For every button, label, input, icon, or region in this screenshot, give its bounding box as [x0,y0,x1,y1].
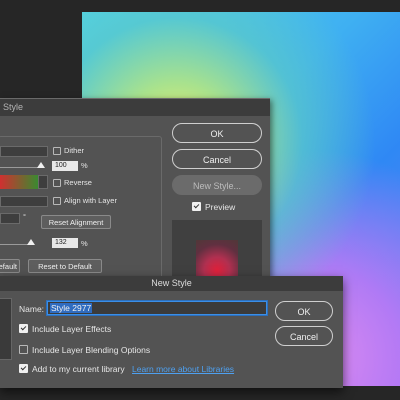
gradient-dropdown-arrow[interactable] [38,175,48,189]
include-layer-effects-label: Include Layer Effects [32,324,112,334]
style-dropdown[interactable] [0,196,48,207]
make-default-button[interactable]: efault [0,259,20,273]
add-to-library-checkbox[interactable] [19,364,28,373]
opacity-input[interactable]: 100 [52,161,78,171]
dither-checkbox[interactable] [53,147,61,155]
include-blending-options-checkbox[interactable] [19,345,28,354]
ok-button[interactable]: OK [172,123,262,143]
new-style-button[interactable]: New Style... [172,175,262,195]
cancel-button[interactable]: Cancel [172,149,262,169]
reverse-checkbox[interactable] [53,179,61,187]
reverse-label: Reverse [64,178,92,187]
opacity-slider-thumb[interactable] [37,162,45,168]
include-layer-effects-checkbox[interactable] [19,324,28,333]
reset-alignment-button[interactable]: Reset Alignment [41,215,111,229]
name-input-value: Style 2977 [50,303,93,313]
dither-label: Dither [64,146,85,155]
dialog-title: New Style [0,276,343,291]
name-label: Name: [19,304,45,314]
reset-to-default-button[interactable]: Reset to Default [28,259,102,273]
dialog-cancel-button[interactable]: Cancel [275,326,333,346]
include-blending-options-label: Include Layer Blending Options [32,345,151,355]
opacity-unit: % [81,161,88,170]
panel-title: Style [0,99,270,116]
scale-slider-thumb[interactable] [27,239,35,245]
align-label: Align with Layer [64,196,117,205]
name-input[interactable]: Style 2977 [47,301,267,315]
dialog-ok-button[interactable]: OK [275,301,333,321]
scale-unit: % [81,239,88,248]
style-swatch-preview [0,298,12,360]
scale-input[interactable]: 132 [52,238,78,248]
preview-label: Preview [205,202,236,212]
opacity-slider-track[interactable] [0,167,42,168]
add-to-library-label: Add to my current library [32,364,125,374]
new-style-dialog: New Style Name: Style 2977 Include Layer… [0,276,343,388]
learn-more-link[interactable]: Learn more about Libraries [132,364,234,374]
align-checkbox[interactable] [53,197,61,205]
angle-input[interactable] [0,213,20,224]
angle-unit: ° [23,212,26,221]
blend-mode-dropdown[interactable] [0,146,48,157]
gradient-swatch[interactable] [0,175,38,189]
preview-checkbox[interactable] [192,202,201,211]
